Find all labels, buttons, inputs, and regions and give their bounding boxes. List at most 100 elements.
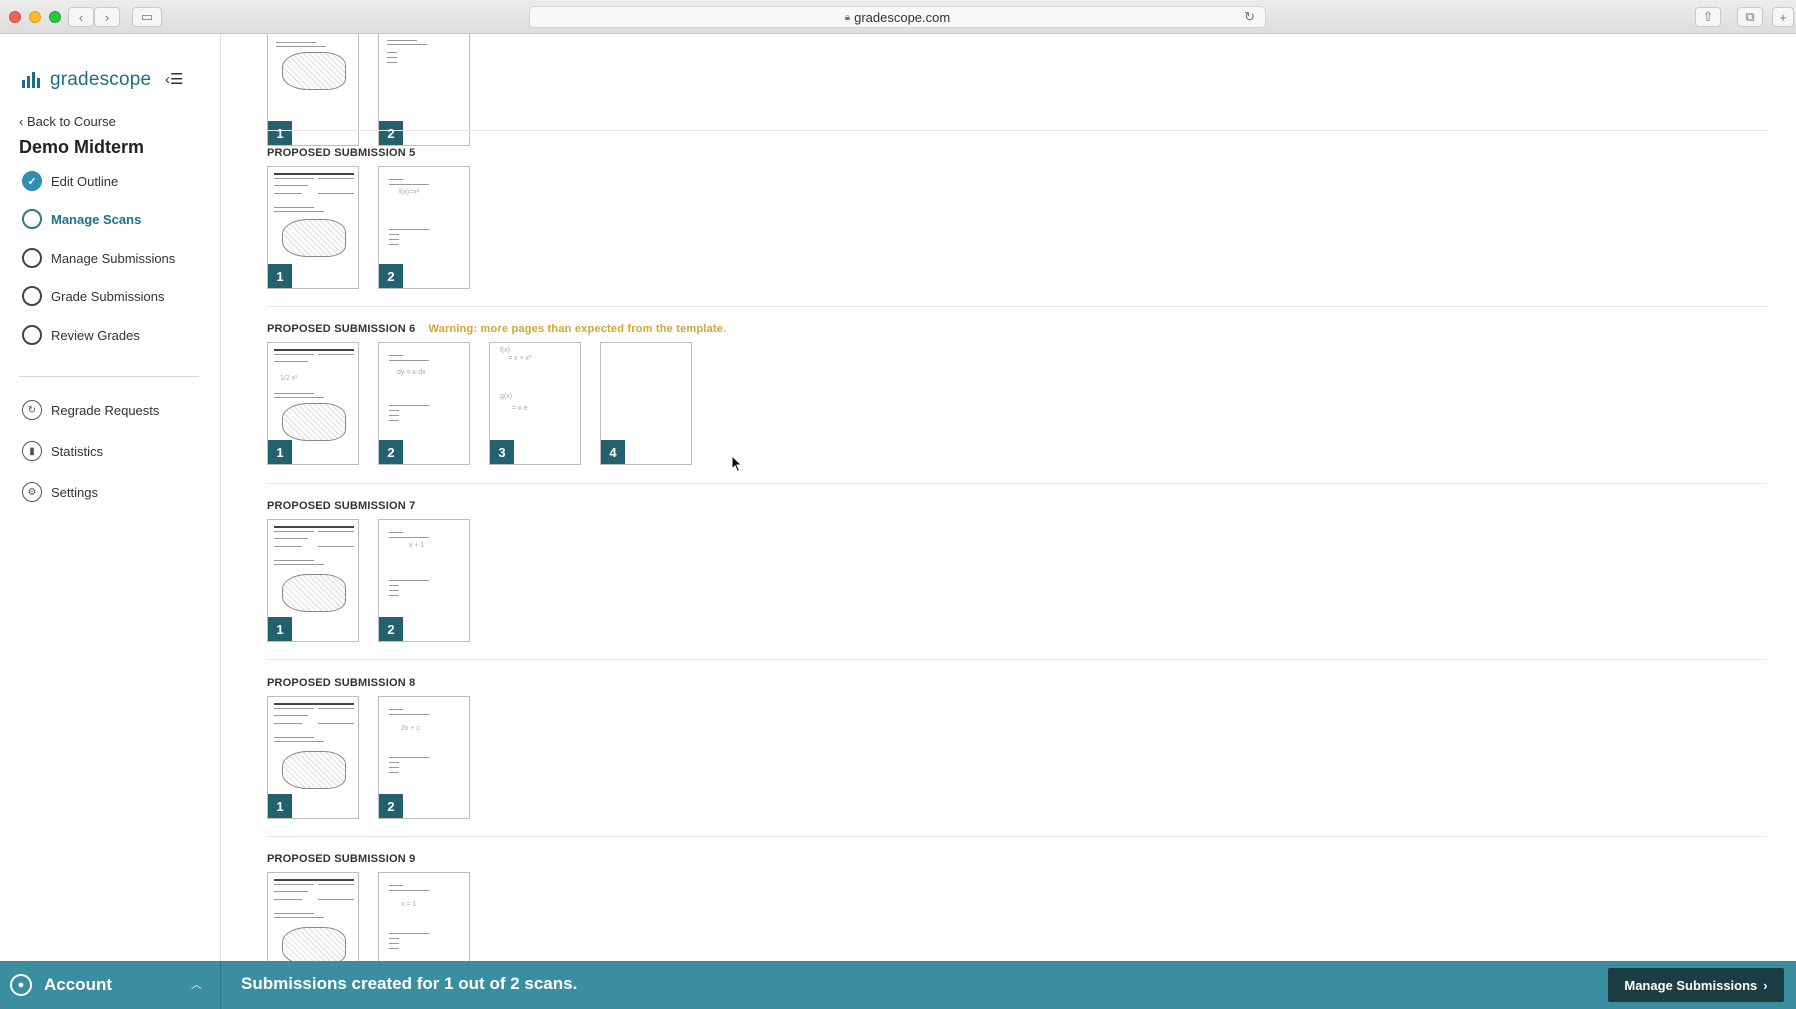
maximize-window-button[interactable] <box>49 11 61 23</box>
step-grade-submissions[interactable]: Grade Submissions <box>22 286 164 306</box>
forward-button[interactable]: › <box>94 7 120 27</box>
chevron-right-icon: › <box>104 9 110 25</box>
step-label: Manage Scans <box>51 211 142 227</box>
page-number-badge: 2 <box>379 264 403 288</box>
new-tab-button[interactable]: + <box>1772 7 1794 27</box>
back-to-course-label: Back to Course <box>26 114 116 129</box>
page-thumbnail[interactable]: 1 <box>267 166 359 289</box>
submission-title: PROPOSED SUBMISSION 9 <box>267 853 416 865</box>
main-content: 1 2 PROPOSED SUBMISSION 5 1 f(x)=x² 2 PR… <box>222 34 1796 961</box>
account-label: Account <box>44 975 112 994</box>
section-divider <box>267 659 1767 660</box>
tool-label: Statistics <box>51 443 104 459</box>
sidebar-toggle-button[interactable]: ▭ <box>132 7 162 27</box>
tool-label: Settings <box>51 484 98 500</box>
page-thumbnail[interactable]: 1 <box>267 696 359 819</box>
chevron-left-icon: ‹ <box>78 9 84 25</box>
share-button[interactable]: ⇧ <box>1695 7 1721 27</box>
page-thumbnail[interactable]: dy = x·dx 2 <box>378 342 470 465</box>
page-thumbnail[interactable]: 1 <box>267 519 359 642</box>
page-thumbnail[interactable]: f(x)=x² 2 <box>378 166 470 289</box>
proposed-submission-5: PROPOSED SUBMISSION 5 1 f(x)=x² 2 <box>267 145 1767 289</box>
warning-message: Warning: more pages than expected from t… <box>428 323 727 335</box>
page-number-badge: 1 <box>268 794 292 818</box>
tabs-button[interactable]: ⧉ <box>1737 7 1763 27</box>
page-thumbnail[interactable]: f(x) = x + x² g(x) = x·e 3 <box>489 342 581 465</box>
step-circle-icon <box>22 248 42 268</box>
tool-label: Regrade Requests <box>51 402 160 418</box>
proposed-submission-6: PROPOSED SUBMISSION 6 Warning: more page… <box>267 321 1767 465</box>
statistics-icon: ▮ <box>22 441 42 461</box>
submission-title: PROPOSED SUBMISSION 7 <box>267 500 416 512</box>
back-to-course-link[interactable]: ‹ Back to Course <box>19 114 116 129</box>
proposed-submission-9: PROPOSED SUBMISSION 9 x = 1 <box>267 851 1767 961</box>
page-number-badge: 1 <box>268 264 292 288</box>
page-number-badge: 1 <box>268 121 292 145</box>
status-message: Submissions created for 1 out of 2 scans… <box>241 974 578 993</box>
sidebar-divider <box>19 376 199 377</box>
sidebar-item-regrade-requests[interactable]: ↻ Regrade Requests <box>22 400 159 420</box>
chevron-right-icon: › <box>1763 977 1768 993</box>
user-icon: ● <box>10 974 32 996</box>
step-manage-submissions[interactable]: Manage Submissions <box>22 248 175 268</box>
checkmark-icon: ✓ <box>22 171 42 191</box>
share-icon: ⇧ <box>1702 9 1714 24</box>
page-thumbnail[interactable]: 1/2 x² 1 <box>267 342 359 465</box>
account-menu[interactable]: ● Account ︿ <box>0 961 221 1009</box>
page-thumbnail[interactable] <box>267 872 359 961</box>
page-number-badge: 1 <box>268 440 292 464</box>
close-window-button[interactable] <box>9 11 21 23</box>
brand-name: gradescope <box>50 69 152 90</box>
page-number-badge: 3 <box>490 440 514 464</box>
step-label: Review Grades <box>51 327 140 343</box>
plus-icon: + <box>1779 9 1787 25</box>
brand-logo[interactable]: gradescope <box>22 69 151 91</box>
proposed-submission-8: PROPOSED SUBMISSION 8 1 2x + c 2 <box>267 675 1767 819</box>
minimize-window-button[interactable] <box>29 11 41 23</box>
section-divider <box>267 483 1767 484</box>
step-edit-outline[interactable]: ✓ Edit Outline <box>22 171 118 191</box>
page-thumbnail[interactable]: 4 <box>600 342 692 465</box>
browser-toolbar: ‹ › ▭ 🔒︎ gradescope.com ↻ ⇧ ⧉ + <box>0 0 1796 34</box>
sidebar-icon: ▭ <box>140 9 154 24</box>
reload-icon[interactable]: ↻ <box>1244 9 1255 25</box>
page-number-badge: 1 <box>268 617 292 641</box>
step-manage-scans[interactable]: Manage Scans <box>22 209 141 229</box>
address-bar[interactable]: 🔒︎ gradescope.com ↻ <box>529 6 1266 28</box>
page-number-badge: 2 <box>379 794 403 818</box>
url-text: gradescope.com <box>854 9 951 25</box>
sidebar: gradescope ‹☰ ‹ Back to Course Demo Midt… <box>0 34 221 961</box>
page-thumbnail[interactable]: x = 1 <box>378 872 470 961</box>
assignment-title: Demo Midterm <box>19 137 145 157</box>
submission-title: PROPOSED SUBMISSION 6 Warning: more page… <box>267 323 727 335</box>
gear-icon: ⚙ <box>22 482 42 502</box>
section-divider <box>267 836 1767 837</box>
collapse-sidebar-icon[interactable]: ‹☰ <box>165 70 183 88</box>
sidebar-item-statistics[interactable]: ▮ Statistics <box>22 441 103 461</box>
submission-title: PROPOSED SUBMISSION 8 <box>267 677 416 689</box>
chevron-up-icon: ︿ <box>191 979 202 991</box>
page-thumbnail[interactable]: x + 1 2 <box>378 519 470 642</box>
submission-title: PROPOSED SUBMISSION 5 <box>267 147 416 159</box>
page-number-badge: 4 <box>601 440 625 464</box>
step-circle-icon <box>22 209 42 229</box>
step-review-grades[interactable]: Review Grades <box>22 325 140 345</box>
step-label: Grade Submissions <box>51 288 165 304</box>
tabs-icon: ⧉ <box>1745 9 1755 24</box>
manage-submissions-label: Manage Submissions <box>1624 977 1758 993</box>
page-thumbnail[interactable]: 2x + c 2 <box>378 696 470 819</box>
bottom-action-bar: ● Account ︿ Submissions created for 1 ou… <box>0 961 1796 1009</box>
back-button[interactable]: ‹ <box>68 7 94 27</box>
section-divider <box>267 306 1767 307</box>
step-circle-icon <box>22 325 42 345</box>
section-divider <box>267 130 1767 131</box>
sidebar-item-settings[interactable]: ⚙ Settings <box>22 482 98 502</box>
step-label: Edit Outline <box>51 173 119 189</box>
step-label: Manage Submissions <box>51 250 176 266</box>
proposed-submission-7: PROPOSED SUBMISSION 7 1 x + 1 2 <box>267 498 1767 642</box>
step-circle-icon <box>22 286 42 306</box>
manage-submissions-button[interactable]: Manage Submissions › <box>1608 968 1784 1002</box>
gradescope-logo-icon <box>22 72 40 88</box>
page-number-badge: 2 <box>379 121 403 145</box>
page-number-badge: 2 <box>379 440 403 464</box>
